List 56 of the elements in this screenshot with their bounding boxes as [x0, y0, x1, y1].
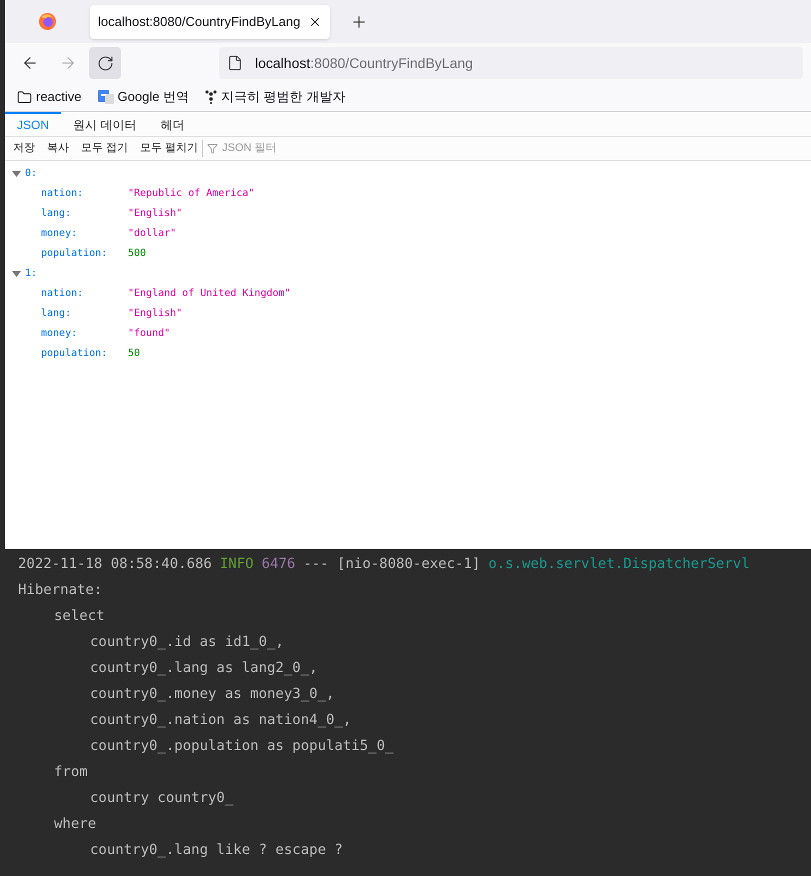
toolbar-button[interactable]: 모두 접기	[81, 140, 128, 157]
bookmark-item[interactable]: 지극히 평범한 개발자	[201, 85, 350, 109]
json-key: lang:	[41, 206, 128, 220]
json-key: population:	[41, 246, 128, 260]
item-index: 0:	[25, 166, 38, 180]
expand-toggle-icon[interactable]	[12, 168, 21, 178]
json-key: money:	[41, 326, 128, 340]
bookmark-item[interactable]: reactive	[13, 85, 86, 109]
json-key: money:	[41, 226, 128, 240]
translate-icon	[98, 89, 114, 105]
viewer-tab[interactable]: 원시 데이터	[61, 112, 148, 136]
json-value: "England of United Kingdom"	[128, 286, 291, 300]
viewer-tab[interactable]: 헤더	[148, 112, 196, 136]
log-text: --- [nio-8080-exec-1]	[303, 555, 480, 574]
console-line: country country0_	[90, 789, 234, 808]
console-line: country0_.money as money3_0_,	[90, 685, 334, 704]
page-icon	[227, 55, 243, 71]
console-line: from	[54, 763, 88, 782]
bookmark-item[interactable]: Google 번역	[94, 85, 194, 109]
json-key: population:	[41, 346, 128, 360]
log-text: 6476	[262, 555, 296, 574]
log-text: o.s.web.servlet.DispatcherServl	[488, 555, 750, 574]
console-line: country0_.lang like ? escape ?	[90, 841, 343, 860]
reload-icon[interactable]	[96, 54, 114, 72]
json-value: "English"	[128, 306, 182, 320]
console-line: Hibernate:	[18, 581, 102, 600]
browser-tab[interactable]: localhost:8080/CountryFindByLang	[90, 4, 330, 38]
expand-toggle-icon[interactable]	[12, 268, 21, 278]
browser-logo-icon	[39, 13, 56, 30]
toolbar-button[interactable]: 모두 펼치기	[140, 140, 198, 157]
console-line: country0_.id as id1_0_,	[90, 633, 284, 652]
console-line: where	[54, 815, 96, 834]
dots-icon	[205, 90, 218, 104]
json-value: "dollar"	[128, 226, 176, 240]
json-value: "English"	[128, 206, 182, 220]
json-key: nation:	[41, 186, 128, 200]
item-index: 1:	[25, 266, 38, 280]
folder-icon	[17, 90, 32, 104]
json-key: lang:	[41, 306, 128, 320]
filter-icon	[207, 143, 218, 154]
json-value: "found"	[128, 326, 170, 340]
filter-field[interactable]: JSON 필터	[222, 140, 342, 157]
json-key: nation:	[41, 286, 128, 300]
reload-button[interactable]	[89, 47, 121, 79]
toolbar-button[interactable]: 복사	[47, 140, 69, 157]
log-text: INFO	[220, 555, 254, 574]
json-value: "Republic of America"	[128, 186, 254, 200]
console-line: country0_.lang as lang2_0_,	[90, 659, 318, 678]
json-value: 50	[128, 346, 140, 360]
toolbar-button[interactable]: 저장	[13, 140, 35, 157]
address-bar[interactable]: localhost:8080/CountryFindByLang	[219, 47, 803, 79]
console-line: country0_.nation as nation4_0_,	[90, 711, 352, 730]
console-line: select	[54, 607, 105, 626]
console-line: country0_.population as populati5_0_	[90, 737, 394, 756]
json-value: 500	[128, 246, 146, 260]
log-text: 2022-11-18 08:58:40.686	[18, 555, 212, 574]
